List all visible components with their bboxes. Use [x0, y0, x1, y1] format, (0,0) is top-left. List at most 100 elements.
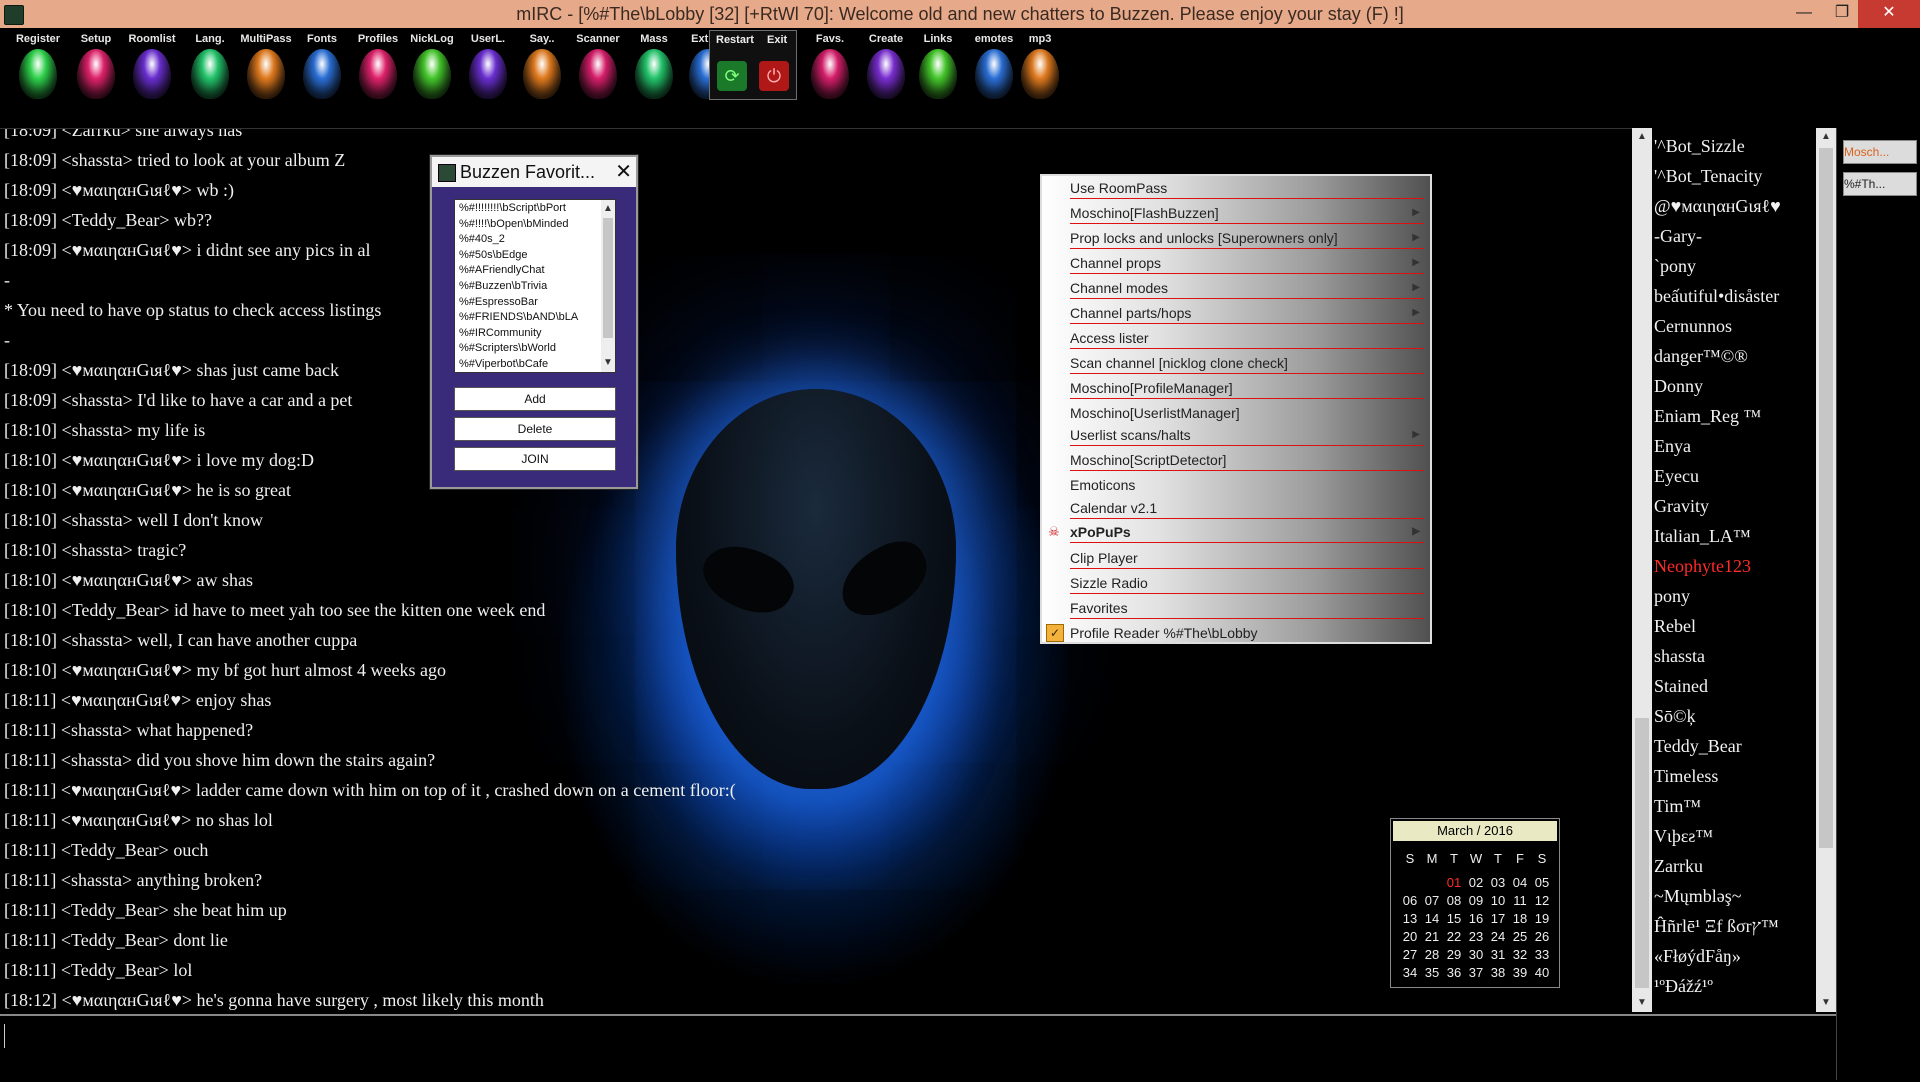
nick-item[interactable]: '^Bot_Sizzle	[1654, 136, 1745, 157]
favorite-channel-item[interactable]: %#FRIENDS\bAND\bLA	[459, 311, 578, 323]
menu-item[interactable]: Moschino[ScriptDetector]	[1070, 450, 1424, 471]
favorite-channel-item[interactable]: %#IRCommunity	[459, 327, 542, 339]
menu-item[interactable]: Moschino[FlashBuzzen] ▶	[1070, 203, 1424, 224]
calendar-day[interactable]: 39	[1509, 965, 1531, 980]
nick-item[interactable]: Italian_LA™	[1654, 526, 1751, 547]
calendar-day[interactable]: 28	[1421, 947, 1443, 962]
calendar-day[interactable]: 12	[1531, 893, 1553, 908]
nick-item[interactable]: ~Mųmbləş~	[1654, 886, 1741, 907]
fav-scroll-thumb[interactable]	[603, 218, 613, 338]
calendar-day[interactable]: 36	[1443, 965, 1465, 980]
nick-item[interactable]: Zarrku	[1654, 856, 1703, 877]
favorite-channel-item[interactable]: %#Viperbot\bCafe	[459, 358, 548, 370]
fav-scroll-down-icon[interactable]: ▼	[601, 354, 615, 372]
switchbar-item-lobby[interactable]: %#Th...	[1843, 172, 1917, 196]
calendar-day[interactable]: 05	[1531, 875, 1553, 890]
nicklist[interactable]: '^Bot_Sizzle '^Bot_Tenacity @♥мαιηαнGιяℓ♥ -…	[1652, 128, 1816, 1012]
favorite-channel-item[interactable]: %#Buzzen\bTrivia	[459, 280, 547, 292]
calendar-day[interactable]: 18	[1509, 911, 1531, 926]
nick-item[interactable]: Gravity	[1654, 496, 1709, 517]
calendar-day[interactable]: 02	[1465, 875, 1487, 890]
favorites-list-scrollbar[interactable]: ▲ ▼	[601, 200, 615, 372]
toolbar-button-userl[interactable]: UserL.	[460, 32, 516, 99]
menu-item[interactable]: Sizzle Radio	[1070, 573, 1424, 594]
menu-item[interactable]: xPoPuPs ▶	[1070, 522, 1424, 543]
delete-button[interactable]: Delete	[454, 417, 616, 441]
nick-item[interactable]: '^Bot_Tenacity	[1654, 166, 1762, 187]
nick-item[interactable]: Rebel	[1654, 616, 1696, 637]
calendar-day[interactable]: 14	[1421, 911, 1443, 926]
calendar-day[interactable]: 10	[1487, 893, 1509, 908]
nick-item[interactable]: danger™©®	[1654, 346, 1748, 367]
calendar-day[interactable]: 37	[1465, 965, 1487, 980]
nick-item[interactable]: Neophyte123	[1654, 556, 1751, 577]
nick-item[interactable]: Timeless	[1654, 766, 1718, 787]
favorite-channel-item[interactable]: %#EspressoBar	[459, 296, 538, 308]
nick-item[interactable]: «FłøýdFåŋ»	[1654, 946, 1741, 967]
calendar-day[interactable]: 03	[1487, 875, 1509, 890]
toolbar-button-links[interactable]: Links	[910, 32, 966, 99]
calendar-day[interactable]: 33	[1531, 947, 1553, 962]
calendar-day[interactable]: 09	[1465, 893, 1487, 908]
add-button[interactable]: Add	[454, 387, 616, 411]
switchbar-item-moschino[interactable]: Mosch...	[1843, 140, 1917, 164]
menu-item[interactable]: Access lister	[1070, 328, 1424, 349]
nick-item[interactable]: Donny	[1654, 376, 1703, 397]
toolbar-button-nicklog[interactable]: NickLog	[404, 32, 460, 99]
menu-item[interactable]: Calendar v2.1	[1070, 498, 1424, 519]
nick-scroll-thumb[interactable]	[1819, 148, 1833, 848]
menu-item[interactable]: Profile Reader %#The\bLobby	[1070, 623, 1424, 643]
nick-item[interactable]: Teddy_Bear	[1654, 736, 1742, 757]
favorites-close-icon[interactable]: ✕	[615, 159, 632, 184]
scroll-down-arrow-icon[interactable]: ▼	[1632, 994, 1652, 1012]
nick-item[interactable]: Cernunnos	[1654, 316, 1732, 337]
restart-icon[interactable]: ⟳	[717, 61, 747, 91]
menu-item[interactable]: Moschino[UserlistManager]	[1070, 403, 1424, 423]
menu-item[interactable]: Channel parts/hops ▶	[1070, 303, 1424, 324]
menu-item[interactable]: Channel modes ▶	[1070, 278, 1424, 299]
nick-item[interactable]: @♥мαιηαнGιяℓ♥	[1654, 196, 1781, 217]
favorites-list[interactable]: ▲ ▼ %#!!!!!!!!\bScript\bPort %#!!!!\bOpen…	[454, 199, 616, 373]
menu-item[interactable]: Channel props ▶	[1070, 253, 1424, 274]
calendar-day[interactable]: 40	[1531, 965, 1553, 980]
nick-item[interactable]: ¹ºĐážź¹º	[1654, 976, 1713, 997]
calendar-day[interactable]: 29	[1443, 947, 1465, 962]
toolbar-button-profiles[interactable]: Profiles	[350, 32, 406, 99]
nick-item[interactable]: Sō©ķ	[1654, 706, 1696, 727]
nick-item[interactable]: beấutiful•disåster	[1654, 286, 1779, 307]
calendar-day[interactable]: 21	[1421, 929, 1443, 944]
calendar-day[interactable]: 32	[1509, 947, 1531, 962]
toolbar-button-roomlist[interactable]: Roomlist	[124, 32, 180, 99]
calendar-day[interactable]: 08	[1443, 893, 1465, 908]
calendar-day[interactable]: 16	[1465, 911, 1487, 926]
calendar-day[interactable]: 15	[1443, 911, 1465, 926]
calendar-day[interactable]: 17	[1487, 911, 1509, 926]
favorite-channel-item[interactable]: %#50s\bEdge	[459, 249, 528, 261]
calendar-day[interactable]: 22	[1443, 929, 1465, 944]
calendar-day[interactable]: 24	[1487, 929, 1509, 944]
favorite-channel-item[interactable]: %#!!!!!!!!\bScript\bPort	[459, 202, 566, 214]
toolbar-button-create[interactable]: Create	[858, 32, 914, 99]
menu-item[interactable]: Clip Player	[1070, 548, 1424, 569]
toolbar-button-scanner[interactable]: Scanner	[570, 32, 626, 99]
calendar-day[interactable]: 06	[1399, 893, 1421, 908]
menu-item[interactable]: Favorites	[1070, 598, 1424, 619]
calendar-day[interactable]: 01	[1443, 875, 1465, 890]
calendar-day[interactable]: 19	[1531, 911, 1553, 926]
nick-scroll-down-icon[interactable]: ▼	[1816, 994, 1836, 1012]
calendar-day[interactable]: 34	[1399, 965, 1421, 980]
nick-item[interactable]: shassta	[1654, 646, 1705, 667]
favorites-title-bar[interactable]: Buzzen Favorit... ✕	[432, 157, 636, 187]
toolbar-button-setup[interactable]: Setup	[68, 32, 124, 99]
toolbar-button-mp3[interactable]: mp3	[1012, 32, 1068, 99]
favorite-channel-item[interactable]: %#!!!!\bOpen\bMinded	[459, 218, 568, 230]
nick-item[interactable]: Eyecu	[1654, 466, 1699, 487]
favorite-channel-item[interactable]: %#AFriendlyChat	[459, 264, 545, 276]
calendar-day[interactable]: 04	[1509, 875, 1531, 890]
calendar-day[interactable]: 23	[1465, 929, 1487, 944]
scroll-up-arrow-icon[interactable]: ▲	[1632, 128, 1652, 146]
nick-item[interactable]: -Gary-	[1654, 226, 1702, 247]
nick-scroll-up-icon[interactable]: ▲	[1816, 128, 1836, 146]
calendar-day[interactable]: 07	[1421, 893, 1443, 908]
chat-scroll-thumb[interactable]	[1635, 718, 1649, 988]
